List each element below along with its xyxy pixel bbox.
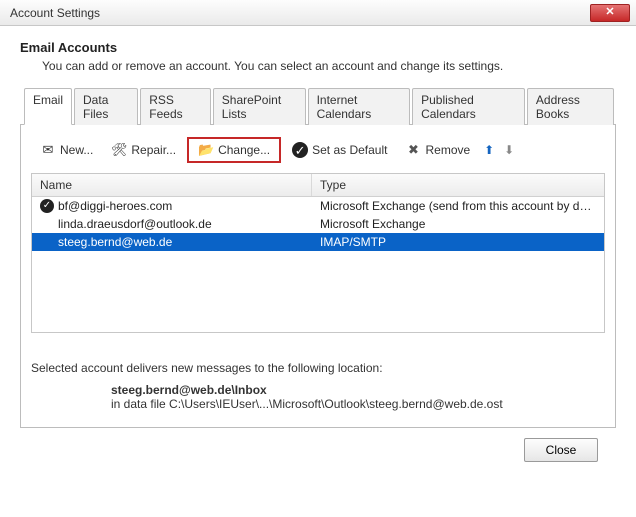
- toolbar: ✉ New... 🛠 Repair... 📂 Change... ✓ Set a…: [31, 135, 605, 173]
- arrow-down-icon: ⬇: [504, 143, 514, 157]
- window-close-button[interactable]: ✕: [590, 4, 630, 22]
- change-button[interactable]: 📂 Change...: [191, 139, 277, 161]
- set-default-button[interactable]: ✓ Set as Default: [285, 139, 394, 161]
- remove-button[interactable]: ✖ Remove: [398, 139, 477, 161]
- check-circle-icon: ✓: [292, 142, 308, 158]
- account-name-cell: steeg.bernd@web.de: [32, 235, 312, 249]
- account-type-cell: IMAP/SMTP: [312, 235, 604, 249]
- tab-data-files[interactable]: Data Files: [74, 88, 138, 125]
- tab-published-calendars[interactable]: Published Calendars: [412, 88, 525, 125]
- account-type-cell: Microsoft Exchange: [312, 217, 604, 231]
- account-name: steeg.bernd@web.de: [58, 235, 172, 249]
- move-up-button[interactable]: ⬆: [481, 142, 497, 158]
- delivery-info: Selected account delivers new messages t…: [31, 361, 605, 411]
- close-button[interactable]: Close: [524, 438, 598, 462]
- account-name: bf@diggi-heroes.com: [58, 199, 172, 213]
- account-name: linda.draeusdorf@outlook.de: [58, 217, 212, 231]
- change-label: Change...: [218, 143, 270, 157]
- account-row[interactable]: linda.draeusdorf@outlook.de Microsoft Exc…: [32, 215, 604, 233]
- close-icon: ✕: [605, 7, 614, 18]
- new-button[interactable]: ✉ New...: [33, 139, 100, 161]
- page-title: Email Accounts: [20, 40, 616, 55]
- delivery-datafile: in data file C:\Users\IEUser\...\Microso…: [111, 397, 605, 411]
- repair-icon: 🛠: [111, 142, 127, 158]
- account-row[interactable]: steeg.bernd@web.de IMAP/SMTP: [32, 233, 604, 251]
- default-account-icon: ✓: [40, 199, 54, 213]
- move-down-button[interactable]: ⬇: [501, 142, 517, 158]
- account-name-cell: linda.draeusdorf@outlook.de: [32, 217, 312, 231]
- dialog-footer: Close: [20, 428, 616, 462]
- new-icon: ✉: [40, 142, 56, 158]
- change-icon: 📂: [198, 142, 214, 158]
- tab-sharepoint-lists[interactable]: SharePoint Lists: [213, 88, 306, 125]
- delivery-target: steeg.bernd@web.de\Inbox: [111, 383, 605, 397]
- tab-rss-feeds[interactable]: RSS Feeds: [140, 88, 211, 125]
- tab-panel-email: ✉ New... 🛠 Repair... 📂 Change... ✓ Set a…: [20, 125, 616, 428]
- remove-icon: ✖: [405, 142, 421, 158]
- account-name-cell: ✓ bf@diggi-heroes.com: [32, 199, 312, 213]
- account-type-cell: Microsoft Exchange (send from this accou…: [312, 199, 604, 213]
- window-title: Account Settings: [10, 6, 100, 20]
- tab-internet-calendars[interactable]: Internet Calendars: [308, 88, 411, 125]
- column-header-name[interactable]: Name: [32, 174, 312, 196]
- list-header: Name Type: [32, 174, 604, 197]
- tab-address-books[interactable]: Address Books: [527, 88, 614, 125]
- arrow-up-icon: ⬆: [484, 143, 494, 157]
- remove-label: Remove: [425, 143, 470, 157]
- account-row[interactable]: ✓ bf@diggi-heroes.com Microsoft Exchange (…: [32, 197, 604, 215]
- titlebar: Account Settings ✕: [0, 0, 636, 26]
- set-default-label: Set as Default: [312, 143, 387, 157]
- change-highlight: 📂 Change...: [187, 137, 281, 163]
- new-label: New...: [60, 143, 93, 157]
- page-description: You can add or remove an account. You ca…: [42, 59, 616, 73]
- tab-email[interactable]: Email: [24, 88, 72, 125]
- repair-label: Repair...: [131, 143, 176, 157]
- tab-strip: EmailData FilesRSS FeedsSharePoint Lists…: [20, 87, 616, 125]
- delivery-intro: Selected account delivers new messages t…: [31, 361, 605, 375]
- column-header-type[interactable]: Type: [312, 174, 604, 196]
- repair-button[interactable]: 🛠 Repair...: [104, 139, 183, 161]
- accounts-list: Name Type ✓ bf@diggi-heroes.com Microsoft …: [31, 173, 605, 333]
